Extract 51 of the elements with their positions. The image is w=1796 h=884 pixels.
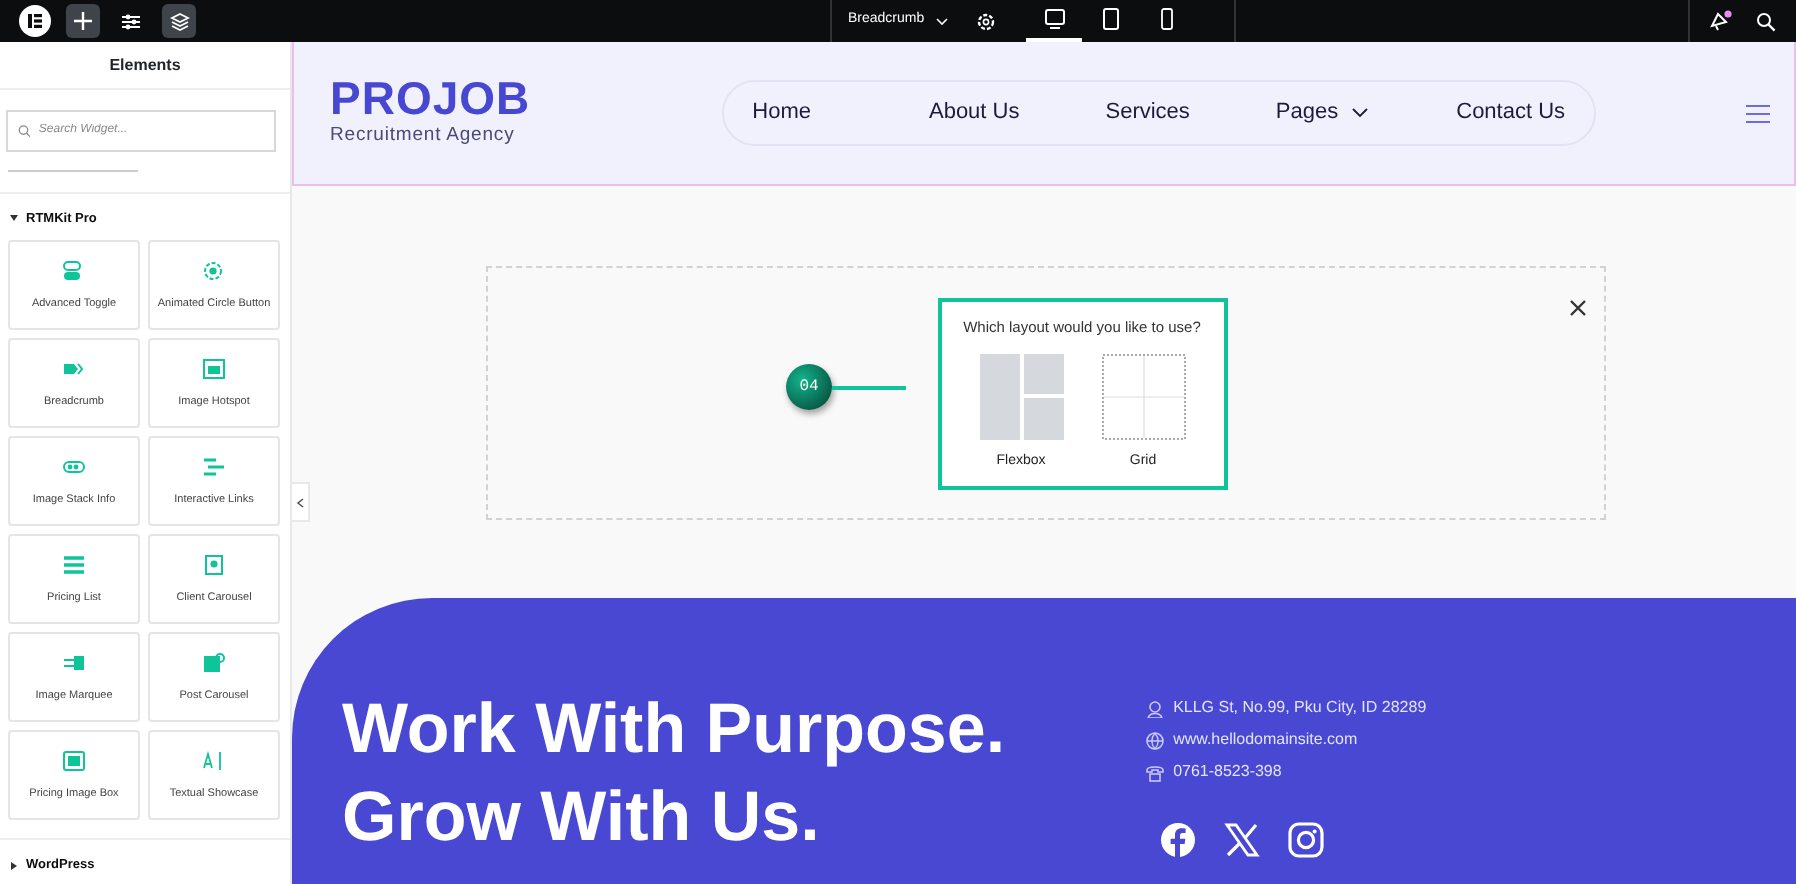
editor-logo-icon[interactable] — [18, 4, 52, 38]
phone-icon — [1145, 763, 1164, 781]
footer-headline: Work With Purpose. — [342, 688, 1006, 772]
widget-icon — [202, 553, 226, 576]
chevron-icon — [1352, 108, 1369, 118]
nav-link[interactable]: Contact Us — [1456, 96, 1566, 130]
nav-link[interactable]: About Us — [928, 96, 1020, 130]
caret-icon — [10, 214, 18, 223]
widget-icon — [202, 455, 226, 478]
add-icon[interactable] — [74, 12, 92, 30]
x-logo-icon[interactable] — [1223, 821, 1260, 858]
mobile-icon — [1155, 8, 1178, 30]
site-logo[interactable]: PROJOB — [330, 75, 531, 122]
person-pin-icon — [1145, 699, 1164, 717]
step-badge: 04 — [786, 364, 832, 410]
widget-icon — [202, 651, 226, 674]
widget-icon — [62, 749, 86, 772]
sliders-icon[interactable] — [122, 13, 140, 29]
facebook-icon[interactable] — [1159, 821, 1196, 858]
grid-layout-icon — [1101, 353, 1185, 440]
menu-icon[interactable] — [1746, 103, 1770, 123]
collapse-icon[interactable] — [296, 497, 304, 507]
caret-icon — [936, 17, 949, 25]
tablet-icon — [1099, 8, 1122, 30]
panel-title: Elements — [0, 42, 290, 90]
widget-icon — [202, 357, 226, 380]
close-icon[interactable] — [1570, 299, 1586, 316]
address-text: KLLG St, No.99, Pku City, ID 28289 — [1173, 696, 1427, 720]
desktop-icon — [1043, 8, 1066, 30]
phone-text: 0761-8523-398 — [1173, 760, 1282, 784]
nav-link[interactable]: Pages — [1275, 96, 1369, 130]
flexbox-layout-icon — [979, 353, 1063, 440]
widget-icon — [62, 651, 86, 674]
instagram-icon[interactable] — [1287, 821, 1324, 858]
globe-icon — [1145, 731, 1164, 749]
widget-icon — [62, 259, 86, 282]
search-icon — [18, 123, 31, 138]
widget-icon — [62, 553, 86, 576]
caret-icon — [10, 862, 18, 871]
widget-icon — [202, 749, 226, 772]
widget-icon — [62, 455, 86, 478]
widget-icon — [202, 259, 226, 282]
footer-headline: Grow With Us. — [342, 776, 822, 860]
nav-link[interactable]: Services — [1105, 96, 1190, 130]
connector-line — [832, 386, 906, 390]
search-icon[interactable] — [1756, 11, 1776, 31]
layers-icon[interactable] — [169, 11, 189, 31]
settings-icon[interactable] — [976, 11, 997, 31]
web-text: www.hellodomainsite.com — [1173, 728, 1358, 752]
logo-tagline: Recruitment Agency — [330, 121, 517, 150]
nav-link[interactable]: Home — [752, 96, 811, 130]
